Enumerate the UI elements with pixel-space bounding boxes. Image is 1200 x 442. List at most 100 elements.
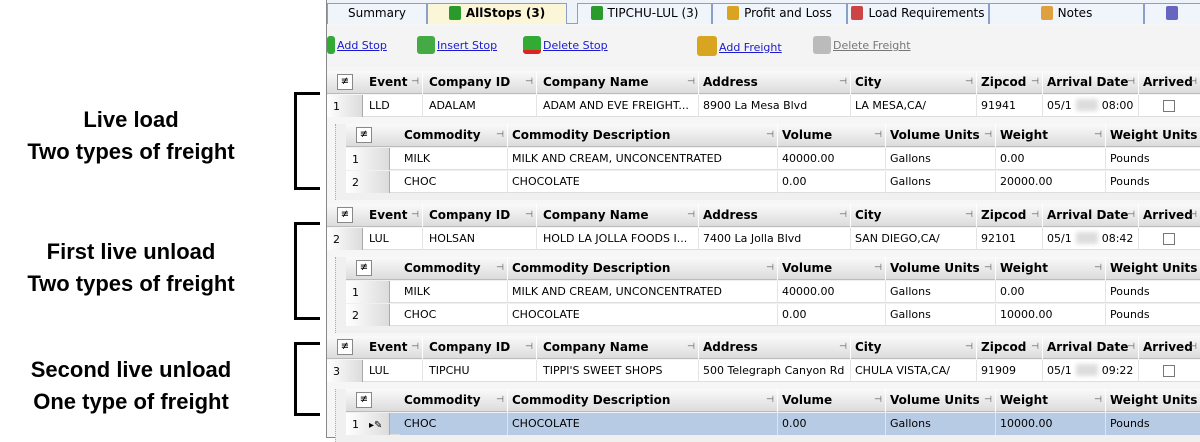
pin-icon[interactable]: ⊣ — [411, 336, 419, 359]
column-header-company-id[interactable]: Company ID ⊣ — [425, 204, 537, 227]
pin-icon[interactable]: ⊣ — [839, 204, 847, 227]
column-header-commodity[interactable]: Commodity ⊣ — [400, 389, 508, 412]
column-header-city[interactable]: City ⊣ — [851, 204, 977, 227]
arrived-checkbox[interactable] — [1163, 365, 1175, 377]
column-header-commodity[interactable]: Commodity ⊣ — [400, 257, 508, 280]
column-header-zipcod[interactable]: Zipcod ⊣ — [977, 204, 1043, 227]
pin-icon[interactable]: ⊣ — [984, 389, 992, 412]
pin-icon[interactable]: ⊣ — [687, 204, 695, 227]
arrived-checkbox[interactable] — [1163, 100, 1175, 112]
freight-row[interactable]: 1 MILK MILK AND CREAM, UNCONCENTRATED 40000… — [346, 148, 1200, 170]
pin-icon[interactable]: ⊣ — [984, 257, 992, 280]
pin-icon[interactable]: ⊣ — [766, 124, 774, 147]
column-header-arrived[interactable]: Arrived ⊣ — [1139, 336, 1200, 359]
pin-icon[interactable]: ⊣ — [687, 336, 695, 359]
pin-icon[interactable]: ⊣ — [1127, 204, 1135, 227]
pin-icon[interactable]: ⊣ — [965, 336, 973, 359]
pin-icon[interactable]: ⊣ — [496, 257, 504, 280]
stop-row[interactable]: 3 LUL TIPCHU TIPPI'S SWEET SHOPS 500 Telegra… — [327, 360, 1200, 382]
add-freight-button[interactable]: Add Freight — [697, 36, 782, 56]
pin-icon[interactable]: ⊣ — [1127, 71, 1135, 94]
tab-tipchu-lul-3-[interactable]: TIPCHU-LUL (3) — [577, 3, 712, 24]
stop-cell-arrived[interactable] — [1139, 95, 1200, 117]
freight-row[interactable]: 1 MILK MILK AND CREAM, UNCONCENTRATED 40000… — [346, 281, 1200, 303]
column-header-weight[interactable]: Weight ⊣ — [996, 257, 1106, 280]
pin-icon[interactable]: ⊣ — [1189, 336, 1197, 359]
pin-icon[interactable]: ⊣ — [874, 124, 882, 147]
pin-icon[interactable]: ⊣ — [525, 71, 533, 94]
pin-icon[interactable]: ⊣ — [1094, 257, 1102, 280]
column-header-address[interactable]: Address ⊣ — [699, 336, 851, 359]
column-header-weight-units[interactable]: Weight Units — [1106, 257, 1200, 280]
column-header-city[interactable]: City ⊣ — [851, 71, 977, 94]
column-header-commodity[interactable]: Commodity ⊣ — [400, 124, 508, 147]
tab-extra[interactable] — [1144, 3, 1200, 24]
column-header-volume[interactable]: Volume ⊣ — [778, 257, 886, 280]
pin-icon[interactable]: ⊣ — [1031, 336, 1039, 359]
column-header-company-name[interactable]: Company Name ⊣ — [539, 336, 699, 359]
column-chooser-icon[interactable]: ≢ — [337, 339, 353, 355]
delete-stop-button[interactable]: Delete Stop — [523, 36, 608, 54]
pin-icon[interactable]: ⊣ — [1094, 389, 1102, 412]
column-header-weight-units[interactable]: Weight Units — [1106, 389, 1200, 412]
column-header-company-id[interactable]: Company ID ⊣ — [425, 71, 537, 94]
pin-icon[interactable]: ⊣ — [1094, 124, 1102, 147]
pin-icon[interactable]: ⊣ — [496, 389, 504, 412]
column-header-zipcod[interactable]: Zipcod ⊣ — [977, 71, 1043, 94]
column-header-weight[interactable]: Weight ⊣ — [996, 389, 1106, 412]
column-header-arrived[interactable]: Arrived ⊣ — [1139, 204, 1200, 227]
pin-icon[interactable]: ⊣ — [874, 389, 882, 412]
pin-icon[interactable]: ⊣ — [766, 389, 774, 412]
column-header-event[interactable]: Event ⊣ — [365, 71, 423, 94]
column-header-commodity-description[interactable]: Commodity Description ⊣ — [508, 389, 778, 412]
column-header-volume-units[interactable]: Volume Units ⊣ — [886, 389, 996, 412]
column-header-company-id[interactable]: Company ID ⊣ — [425, 336, 537, 359]
column-header-volume[interactable]: Volume ⊣ — [778, 124, 886, 147]
column-header-volume-units[interactable]: Volume Units ⊣ — [886, 257, 996, 280]
column-header-volume[interactable]: Volume ⊣ — [778, 389, 886, 412]
column-header-company-name[interactable]: Company Name ⊣ — [539, 204, 699, 227]
pin-icon[interactable]: ⊣ — [525, 336, 533, 359]
pin-icon[interactable]: ⊣ — [965, 71, 973, 94]
pin-icon[interactable]: ⊣ — [1189, 204, 1197, 227]
pin-icon[interactable]: ⊣ — [1127, 336, 1135, 359]
pin-icon[interactable]: ⊣ — [1031, 204, 1039, 227]
column-header-zipcod[interactable]: Zipcod ⊣ — [977, 336, 1043, 359]
pin-icon[interactable]: ⊣ — [766, 257, 774, 280]
column-chooser-icon[interactable]: ≢ — [337, 207, 353, 223]
arrived-checkbox[interactable] — [1163, 233, 1175, 245]
column-header-company-name[interactable]: Company Name ⊣ — [539, 71, 699, 94]
freight-row[interactable]: 2 CHOC CHOCOLATE 0.00 Gallons 10000.00 Pounds — [346, 304, 1200, 326]
pin-icon[interactable]: ⊣ — [965, 204, 973, 227]
column-header-event[interactable]: Event ⊣ — [365, 204, 423, 227]
stop-row[interactable]: 2 LUL HOLSAN HOLD LA JOLLA FOODS I... 7400 L… — [327, 228, 1200, 250]
pin-icon[interactable]: ⊣ — [984, 124, 992, 147]
pin-icon[interactable]: ⊣ — [1031, 71, 1039, 94]
delete-freight-button[interactable]: Delete Freight — [813, 36, 911, 54]
pin-icon[interactable]: ⊣ — [411, 71, 419, 94]
pin-icon[interactable]: ⊣ — [525, 204, 533, 227]
column-header-city[interactable]: City ⊣ — [851, 336, 977, 359]
tab-summary[interactable]: Summary — [327, 3, 427, 24]
pin-icon[interactable]: ⊣ — [496, 124, 504, 147]
column-header-commodity-description[interactable]: Commodity Description ⊣ — [508, 257, 778, 280]
insert-stop-button[interactable]: Insert Stop — [417, 36, 497, 54]
column-chooser-icon[interactable]: ≢ — [356, 392, 372, 408]
tab-load-requirements[interactable]: Load Requirements — [847, 3, 989, 24]
stop-cell-arrived[interactable] — [1139, 228, 1200, 250]
column-chooser-icon[interactable]: ≢ — [356, 260, 372, 276]
column-header-arrival-date[interactable]: Arrival Date ⊣ — [1043, 204, 1139, 227]
pin-icon[interactable]: ⊣ — [411, 204, 419, 227]
column-header-weight[interactable]: Weight ⊣ — [996, 124, 1106, 147]
freight-row[interactable]: 2 CHOC CHOCOLATE 0.00 Gallons 20000.00 Pounds — [346, 171, 1200, 193]
column-header-commodity-description[interactable]: Commodity Description ⊣ — [508, 124, 778, 147]
tab-allstops-3-[interactable]: AllStops (3) — [427, 3, 567, 24]
pin-icon[interactable]: ⊣ — [839, 336, 847, 359]
add-stop-button[interactable]: Add Stop — [327, 36, 387, 54]
pin-icon[interactable]: ⊣ — [687, 71, 695, 94]
pin-icon[interactable]: ⊣ — [839, 71, 847, 94]
column-header-weight-units[interactable]: Weight Units — [1106, 124, 1200, 147]
pin-icon[interactable]: ⊣ — [1189, 71, 1197, 94]
stop-row[interactable]: 1 LLD ADALAM ADAM AND EVE FREIGHT... 8900 La… — [327, 95, 1200, 117]
column-header-arrived[interactable]: Arrived ⊣ — [1139, 71, 1200, 94]
